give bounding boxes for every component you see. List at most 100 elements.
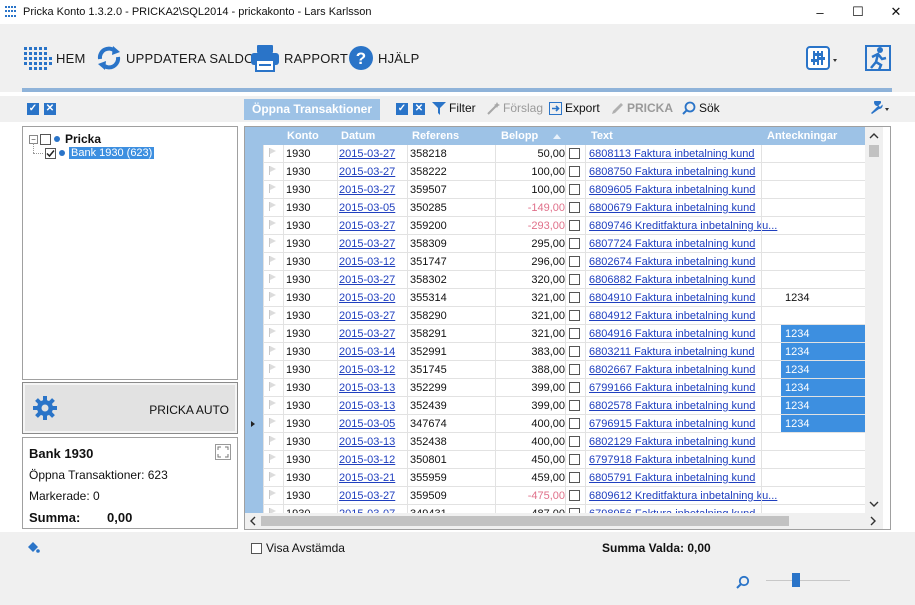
cell-text-link[interactable]: 6797918 Faktura inbetalning kund: [589, 454, 755, 466]
table-row[interactable]: 1930 2015-03-20 355314 321,00 6804910 Faktur…: [263, 289, 865, 307]
col-header-konto[interactable]: Konto: [287, 130, 319, 142]
cell-datum-link[interactable]: 2015-03-27: [339, 274, 395, 286]
tree-node-bank-1930[interactable]: Bank 1930 (623): [45, 147, 155, 159]
flag-icon[interactable]: [269, 166, 277, 175]
scroll-up-icon[interactable]: [865, 130, 883, 142]
cell-text-link[interactable]: 6809605 Faktura inbetalning kund: [589, 184, 755, 196]
scroll-left-icon[interactable]: [247, 513, 259, 529]
zoom-slider-thumb[interactable]: [792, 573, 800, 587]
table-row[interactable]: 1930 2015-03-21 355959 459,00 6805791 Faktur…: [263, 469, 865, 487]
cell-text-link[interactable]: 6803211 Faktura inbetalning kund: [589, 346, 755, 358]
table-row[interactable]: 1930 2015-03-27 358218 50,00 6808113 Faktura…: [263, 145, 865, 163]
flag-icon[interactable]: [269, 346, 277, 355]
tree-root-checkbox[interactable]: [40, 133, 51, 145]
tree-uncheck-all-button[interactable]: ✕: [44, 103, 56, 115]
flag-icon[interactable]: [269, 274, 277, 283]
table-row[interactable]: 1930 2015-03-27 359509 -475,00 6809612 Kredi…: [263, 487, 865, 505]
cell-text-link[interactable]: 6809746 Kreditfaktura inbetalning ku...: [589, 220, 777, 232]
table-row[interactable]: 1930 2015-03-27 358302 320,00 6806882 Faktur…: [263, 271, 865, 289]
flag-icon[interactable]: [269, 328, 277, 337]
cell-text-link[interactable]: 6802667 Faktura inbetalning kund: [589, 364, 755, 376]
horizontal-scrollbar[interactable]: [245, 513, 883, 529]
row-checkbox[interactable]: [569, 256, 580, 267]
table-row[interactable]: 1930 2015-03-12 350801 450,00 6797918 Faktur…: [263, 451, 865, 469]
col-header-anteckningar[interactable]: Anteckningar: [767, 130, 837, 142]
flag-icon[interactable]: [269, 418, 277, 427]
maximize-button[interactable]: ☐: [839, 0, 877, 24]
row-checkbox[interactable]: [569, 346, 580, 357]
cell-datum-link[interactable]: 2015-03-21: [339, 472, 395, 484]
minimize-button[interactable]: –: [801, 0, 839, 24]
cell-text-link[interactable]: 6809612 Kreditfaktura inbetalning ku...: [589, 490, 777, 502]
cell-text-link[interactable]: 6806882 Faktura inbetalning kund: [589, 274, 755, 286]
home-button[interactable]: HEM: [24, 42, 86, 74]
table-row[interactable]: 1930 2015-03-05 350285 -149,00 6800679 Faktu…: [263, 199, 865, 217]
row-checkbox[interactable]: [569, 238, 580, 249]
cell-text-link[interactable]: 6804912 Faktura inbetalning kund: [589, 310, 755, 322]
col-header-text[interactable]: Text: [591, 130, 613, 142]
cell-text-link[interactable]: 6805791 Faktura inbetalning kund: [589, 472, 755, 484]
vertical-scroll-thumb[interactable]: [869, 145, 879, 157]
row-checkbox[interactable]: [569, 454, 580, 465]
settings-dropdown-button[interactable]: [806, 42, 840, 74]
flag-icon[interactable]: [269, 382, 277, 391]
search-button[interactable]: Sök: [682, 101, 720, 115]
cell-datum-link[interactable]: 2015-03-14: [339, 346, 395, 358]
show-reconciled-toggle[interactable]: Visa Avstämda: [251, 541, 345, 555]
cell-datum-link[interactable]: 2015-03-27: [339, 310, 395, 322]
row-checkbox[interactable]: [569, 382, 580, 393]
scroll-right-icon[interactable]: [867, 513, 879, 529]
table-row[interactable]: 1930 2015-03-14 352991 383,00 6803211 Faktur…: [263, 343, 881, 361]
row-checkbox[interactable]: [569, 184, 580, 195]
flag-icon[interactable]: [269, 202, 277, 211]
flag-icon[interactable]: [269, 400, 277, 409]
cell-text-link[interactable]: 6804910 Faktura inbetalning kund: [589, 292, 755, 304]
cell-datum-link[interactable]: 2015-03-12: [339, 364, 395, 376]
row-checkbox[interactable]: [569, 418, 580, 429]
tree-child-checkbox[interactable]: [45, 147, 56, 159]
tree-node-root[interactable]: − Pricka: [29, 132, 101, 146]
cell-text-link[interactable]: 6804916 Faktura inbetalning kund: [589, 328, 755, 340]
flag-icon[interactable]: [269, 490, 277, 499]
table-row[interactable]: 1930 2015-03-12 351747 296,00 6802674 Faktur…: [263, 253, 865, 271]
table-row[interactable]: 1930 2015-03-13 352299 399,00 6799166 Faktur…: [263, 379, 881, 397]
row-checkbox[interactable]: [569, 364, 580, 375]
tools-dropdown-button[interactable]: [870, 101, 890, 114]
flag-icon[interactable]: [269, 454, 277, 463]
pricka-button[interactable]: PRICKA: [611, 101, 673, 115]
zoom-slider-track[interactable]: [766, 580, 850, 581]
tab-open-transactions[interactable]: Öppna Transaktioner: [244, 99, 381, 120]
row-checkbox[interactable]: [569, 490, 580, 501]
cell-text-link[interactable]: 6796915 Faktura inbetalning kund: [589, 418, 755, 430]
cell-datum-link[interactable]: 2015-03-13: [339, 400, 395, 412]
table-row[interactable]: 1930 2015-03-27 358290 321,00 6804912 Faktur…: [263, 307, 865, 325]
cell-text-link[interactable]: 6802578 Faktura inbetalning kund: [589, 400, 755, 412]
flag-icon[interactable]: [269, 220, 277, 229]
table-row[interactable]: 1930 2015-03-27 358222 100,00 6808750 Faktur…: [263, 163, 865, 181]
table-row[interactable]: 1930 2015-03-12 351745 388,00 6802667 Faktur…: [263, 361, 881, 379]
export-button[interactable]: Export: [549, 101, 600, 115]
flag-icon[interactable]: [269, 310, 277, 319]
pricka-auto-button[interactable]: PRICKA AUTO: [22, 382, 238, 434]
suggest-button[interactable]: Förslag: [487, 101, 543, 115]
cell-datum-link[interactable]: 2015-03-27: [339, 238, 395, 250]
table-row[interactable]: 1930 2015-03-27 359200 -293,00 6809746 Kredi…: [263, 217, 865, 235]
table-row[interactable]: 1930 2015-03-05 347674 400,00 6796915 Faktur…: [263, 415, 881, 433]
refresh-balance-button[interactable]: UPPDATERA SALDO: [96, 42, 254, 74]
scroll-down-icon[interactable]: [865, 498, 883, 510]
flag-icon[interactable]: [269, 436, 277, 445]
row-checkbox[interactable]: [569, 328, 580, 339]
col-header-referens[interactable]: Referens: [412, 130, 459, 142]
cell-datum-link[interactable]: 2015-03-12: [339, 256, 395, 268]
report-button[interactable]: RAPPORT: [250, 42, 348, 74]
col-header-datum[interactable]: Datum: [341, 130, 375, 142]
cell-datum-link[interactable]: 2015-03-27: [339, 184, 395, 196]
table-row[interactable]: 1930 2015-03-27 358309 295,00 6807724 Faktur…: [263, 235, 865, 253]
flag-icon[interactable]: [269, 256, 277, 265]
exit-button[interactable]: [864, 42, 892, 74]
col-header-belopp[interactable]: Belopp: [501, 130, 538, 142]
row-checkbox[interactable]: [569, 202, 580, 213]
flag-icon[interactable]: [269, 364, 277, 373]
cell-datum-link[interactable]: 2015-03-27: [339, 490, 395, 502]
tree-check-all-button[interactable]: ✓: [27, 103, 39, 115]
